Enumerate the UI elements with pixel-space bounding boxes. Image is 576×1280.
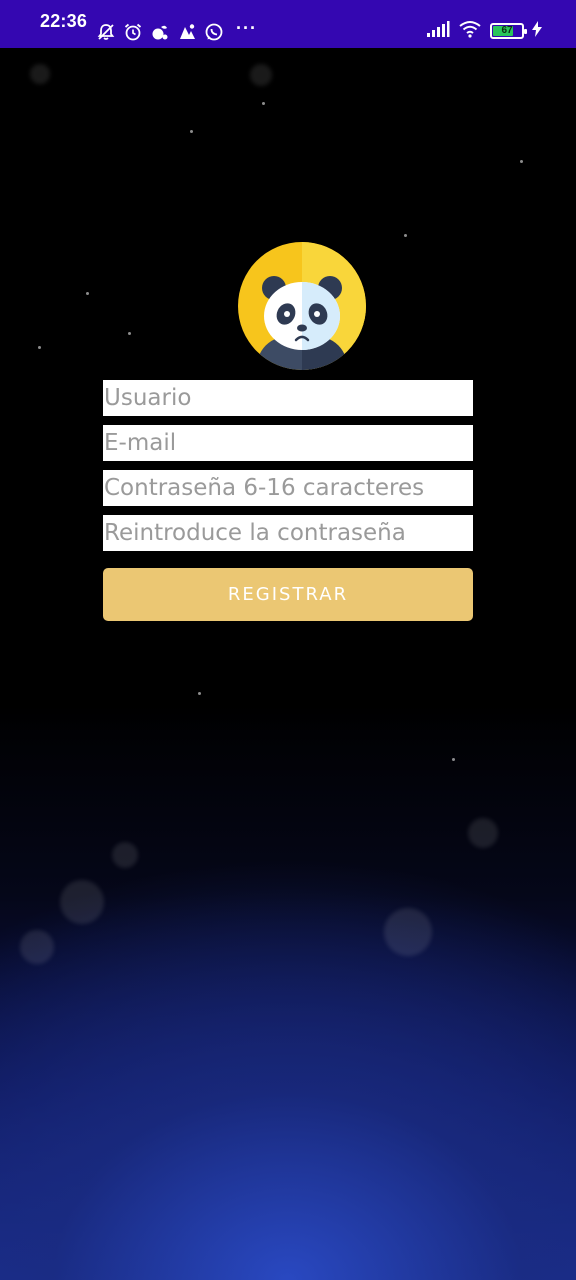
wifi-icon: [458, 20, 482, 42]
background-speck: [190, 130, 193, 133]
background-bokeh: [468, 818, 498, 848]
password-input[interactable]: [103, 470, 473, 506]
background-speck: [38, 346, 41, 349]
app-notification-icon: [150, 22, 170, 42]
status-time: 22:36: [40, 11, 88, 31]
background-bokeh: [250, 64, 272, 86]
background-speck: [86, 292, 89, 295]
background-speck: [452, 758, 455, 761]
whatsapp-icon: [204, 22, 224, 42]
background-bokeh: [112, 842, 138, 868]
background-speck: [198, 692, 201, 695]
background-speck: [262, 102, 265, 105]
background-bokeh: [20, 930, 54, 964]
status-bar: 22:36 ··· 67: [0, 0, 576, 48]
battery-icon: 67: [490, 23, 527, 39]
app-notification-icon: [177, 22, 197, 42]
password-confirm-input[interactable]: [103, 515, 473, 551]
status-notification-icons: [96, 22, 224, 42]
charging-icon: [532, 21, 542, 41]
panda-logo: [238, 242, 366, 370]
alarm-icon: [123, 22, 143, 42]
battery-level: 67: [501, 25, 513, 36]
background-speck: [520, 160, 523, 163]
username-input[interactable]: [103, 380, 473, 416]
email-input[interactable]: [103, 425, 473, 461]
background-speck: [128, 332, 131, 335]
signal-icon: [426, 20, 450, 42]
background: [0, 0, 576, 1280]
more-notifications-icon: ···: [236, 18, 257, 38]
register-button[interactable]: REGISTRAR: [103, 568, 473, 621]
battery-tip: [524, 29, 527, 34]
background-bokeh: [60, 880, 104, 924]
notifications-off-icon: [96, 22, 116, 42]
status-system-icons: 67: [426, 20, 542, 42]
background-speck: [404, 234, 407, 237]
background-bokeh: [30, 64, 50, 84]
background-bokeh: [384, 908, 432, 956]
